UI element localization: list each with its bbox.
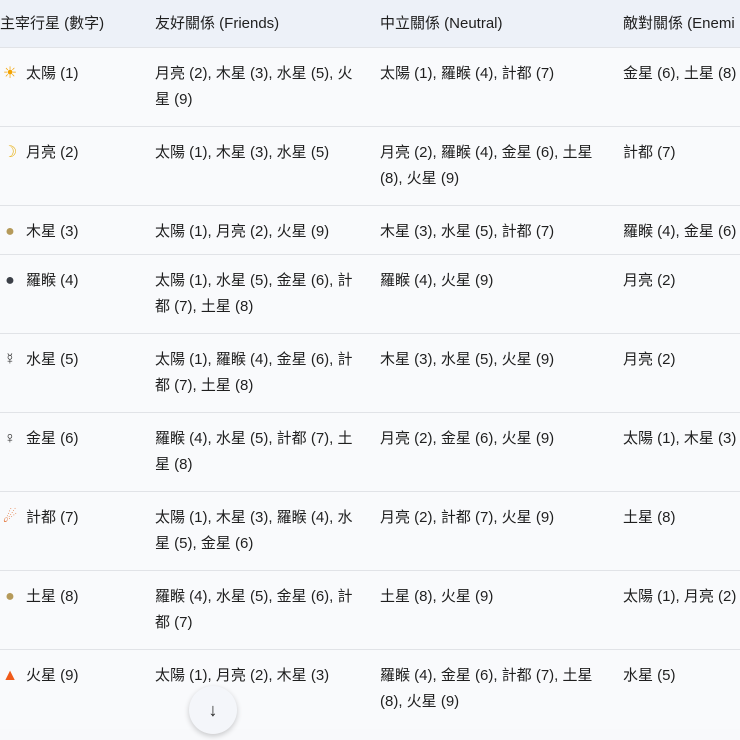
- planet-cell: ● 土星 (8): [0, 570, 155, 650]
- neutral-cell: 羅睺 (4), 火星 (9): [380, 254, 623, 334]
- enemies-cell: 計都 (7): [623, 126, 740, 206]
- planet-cell: ☀ 太陽 (1): [0, 47, 155, 127]
- enemies-cell: 金星 (6), 土星 (8): [623, 47, 740, 127]
- friends-cell: 太陽 (1), 月亮 (2), 火星 (9): [155, 205, 380, 255]
- planet-name: 金星 (6): [26, 430, 79, 447]
- neutral-cell: 木星 (3), 水星 (5), 火星 (9): [380, 333, 623, 413]
- planet-name: 太陽 (1): [26, 65, 79, 82]
- neutral-cell: 月亮 (2), 羅睺 (4), 金星 (6), 土星 (8), 火星 (9): [380, 126, 623, 206]
- friends-cell: 羅睺 (4), 水星 (5), 計都 (7), 土星 (8): [155, 412, 380, 492]
- comet-icon: ☄: [2, 509, 18, 526]
- header-ruling-planet: 主宰行星 (數字): [0, 0, 155, 48]
- header-friends: 友好關係 (Friends): [155, 0, 380, 48]
- table-row: ☽ 月亮 (2) 太陽 (1), 木星 (3), 水星 (5) 月亮 (2), 羅睺 …: [0, 126, 740, 206]
- planet-name: 羅睺 (4): [26, 272, 79, 289]
- fire-icon: ▲: [2, 667, 18, 684]
- planet-name: 計都 (7): [26, 509, 79, 526]
- header-enemies: 敵對關係 (Enemi: [623, 0, 740, 48]
- friends-cell: 太陽 (1), 羅睺 (4), 金星 (6), 計都 (7), 土星 (8): [155, 333, 380, 413]
- enemies-cell: 月亮 (2): [623, 333, 740, 413]
- neutral-cell: 土星 (8), 火星 (9): [380, 570, 623, 650]
- table-header-row: 主宰行星 (數字) 友好關係 (Friends) 中立關係 (Neutral) …: [0, 0, 740, 48]
- table-row: ☀ 太陽 (1) 月亮 (2), 木星 (3), 水星 (5), 火星 (9) 太陽 …: [0, 47, 740, 127]
- planet-name: 木星 (3): [26, 223, 79, 240]
- neutral-cell: 木星 (3), 水星 (5), 計都 (7): [380, 205, 623, 255]
- planet-cell: ♀ 金星 (6): [0, 412, 155, 492]
- planet-cell: ● 木星 (3): [0, 205, 155, 255]
- table-row: ☄ 計都 (7) 太陽 (1), 木星 (3), 羅睺 (4), 水星 (5), 金…: [0, 491, 740, 571]
- table-row: ☿ 水星 (5) 太陽 (1), 羅睺 (4), 金星 (6), 計都 (7), 土…: [0, 333, 740, 413]
- enemies-cell: 太陽 (1), 木星 (3): [623, 412, 740, 492]
- neutral-cell: 月亮 (2), 計都 (7), 火星 (9): [380, 491, 623, 571]
- neutral-cell: 月亮 (2), 金星 (6), 火星 (9): [380, 412, 623, 492]
- planet-relations-table: 主宰行星 (數字) 友好關係 (Friends) 中立關係 (Neutral) …: [0, 0, 740, 729]
- planet-cell: ☽ 月亮 (2): [0, 126, 155, 206]
- planet-name: 火星 (9): [26, 667, 79, 684]
- neutral-cell: 羅睺 (4), 金星 (6), 計都 (7), 土星 (8), 火星 (9): [380, 649, 623, 729]
- table-row: ♀ 金星 (6) 羅睺 (4), 水星 (5), 計都 (7), 土星 (8) 月亮 …: [0, 412, 740, 492]
- ringed-planet-icon: ●: [5, 588, 15, 605]
- planet-name: 水星 (5): [26, 351, 79, 368]
- planet-cell: ☄ 計都 (7): [0, 491, 155, 571]
- enemies-cell: 月亮 (2): [623, 254, 740, 334]
- enemies-cell: 土星 (8): [623, 491, 740, 571]
- friends-cell: 太陽 (1), 月亮 (2), 木星 (3): [155, 649, 380, 729]
- header-neutral: 中立關係 (Neutral): [380, 0, 623, 48]
- mercury-icon: ☿: [4, 351, 16, 368]
- venus-icon: ♀: [4, 430, 16, 447]
- moon-icon: ☽: [2, 144, 18, 161]
- friends-cell: 太陽 (1), 木星 (3), 水星 (5): [155, 126, 380, 206]
- table-row: ● 木星 (3) 太陽 (1), 月亮 (2), 火星 (9) 木星 (3), 水星 …: [0, 205, 740, 255]
- friends-cell: 太陽 (1), 木星 (3), 羅睺 (4), 水星 (5), 金星 (6): [155, 491, 380, 571]
- friends-cell: 月亮 (2), 木星 (3), 水星 (5), 火星 (9): [155, 47, 380, 127]
- table-row: ● 羅睺 (4) 太陽 (1), 水星 (5), 金星 (6), 計都 (7), 土…: [0, 254, 740, 334]
- ringed-planet-icon: ●: [5, 223, 15, 240]
- enemies-cell: 羅睺 (4), 金星 (6): [623, 205, 740, 255]
- friends-cell: 羅睺 (4), 水星 (5), 金星 (6), 計都 (7): [155, 570, 380, 650]
- sun-icon: ☀: [2, 65, 18, 82]
- enemies-cell: 太陽 (1), 月亮 (2): [623, 570, 740, 650]
- planet-cell: ▲ 火星 (9): [0, 649, 155, 729]
- new-moon-icon: ●: [5, 272, 15, 289]
- planet-cell: ● 羅睺 (4): [0, 254, 155, 334]
- scroll-down-button[interactable]: ↓: [189, 686, 237, 734]
- neutral-cell: 太陽 (1), 羅睺 (4), 計都 (7): [380, 47, 623, 127]
- arrow-down-icon: ↓: [208, 699, 218, 720]
- table-row: ▲ 火星 (9) 太陽 (1), 月亮 (2), 木星 (3) 羅睺 (4), 金星 …: [0, 649, 740, 729]
- planet-name: 土星 (8): [26, 588, 79, 605]
- planet-cell: ☿ 水星 (5): [0, 333, 155, 413]
- enemies-cell: 水星 (5): [623, 649, 740, 729]
- friends-cell: 太陽 (1), 水星 (5), 金星 (6), 計都 (7), 土星 (8): [155, 254, 380, 334]
- table-row: ● 土星 (8) 羅睺 (4), 水星 (5), 金星 (6), 計都 (7) 土星 …: [0, 570, 740, 650]
- planet-name: 月亮 (2): [26, 144, 79, 161]
